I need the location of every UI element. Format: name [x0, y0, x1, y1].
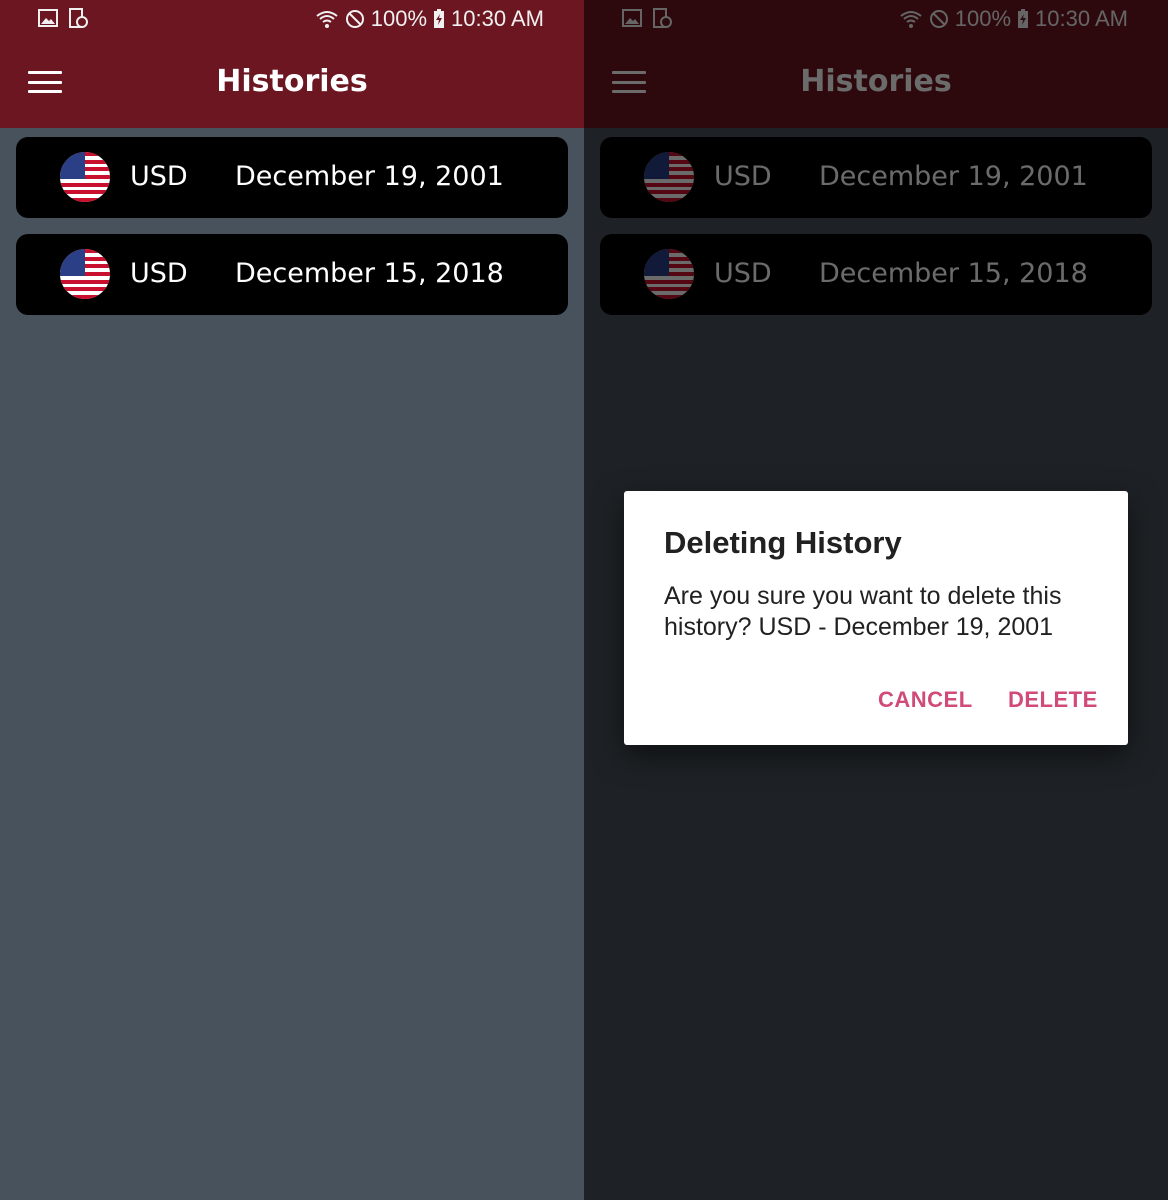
app-bar: 100% 10:30 AM Histories [0, 0, 584, 128]
history-date: December 19, 2001 [235, 161, 504, 192]
screen-record-notification-icon [69, 8, 88, 28]
status-bar: 100% 10:30 AM [0, 0, 584, 38]
cancel-button[interactable]: CANCEL [878, 687, 973, 713]
currency-code: USD [130, 161, 188, 192]
currency-code: USD [130, 258, 188, 289]
delete-button[interactable]: DELETE [1008, 687, 1098, 713]
battery-charging-icon [434, 9, 445, 28]
delete-history-dialog: Deleting History Are you sure you want t… [624, 491, 1128, 745]
do-not-disturb-icon [345, 10, 364, 28]
page-title: Histories [216, 64, 368, 99]
histories-screen: 100% 10:30 AM Histories USD December 19,… [0, 0, 584, 1200]
history-row[interactable]: USD December 19, 2001 [16, 137, 568, 218]
us-flag-icon [60, 152, 110, 202]
history-date: December 15, 2018 [235, 258, 504, 289]
histories-screen-with-dialog: 100% 10:30 AM Histories USD December 19,… [584, 0, 1168, 1200]
history-list: USD December 19, 2001 USD December 15, 2… [16, 137, 568, 331]
history-row[interactable]: USD December 15, 2018 [16, 234, 568, 315]
dialog-title: Deleting History [664, 525, 902, 560]
battery-percent: 100% [370, 6, 428, 31]
wifi-icon [316, 11, 338, 28]
dialog-message: Are you sure you want to delete this his… [664, 582, 1062, 641]
gallery-notification-icon [38, 9, 58, 27]
clock: 10:30 AM [451, 6, 544, 31]
us-flag-icon [60, 249, 110, 299]
